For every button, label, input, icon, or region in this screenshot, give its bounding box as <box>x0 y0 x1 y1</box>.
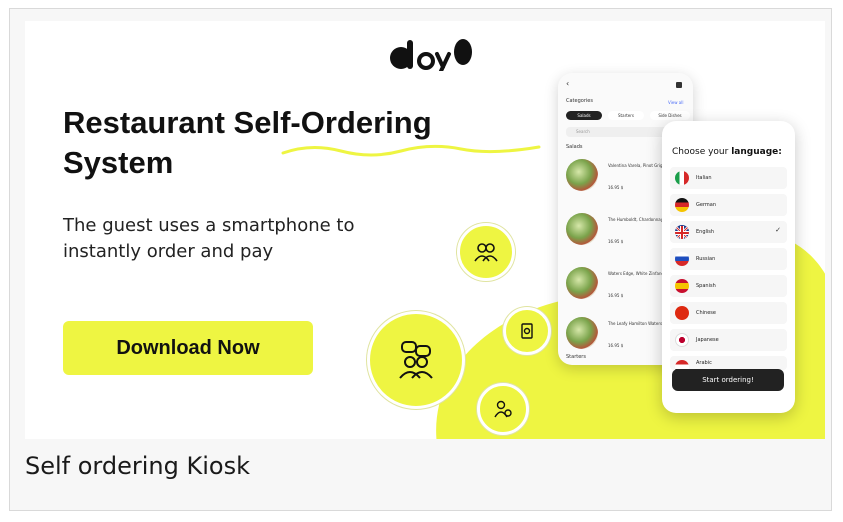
checkmark-icon: ✓ <box>775 226 781 234</box>
language-name: Japanese <box>696 337 719 343</box>
tab-starters[interactable]: Starters <box>608 111 644 120</box>
download-now-button[interactable]: Download Now <box>63 321 313 375</box>
language-option-arabic[interactable]: Arabic <box>670 356 787 370</box>
language-option-russian[interactable]: Russian <box>670 248 787 270</box>
start-ordering-button[interactable]: Start ordering! <box>672 369 784 391</box>
subhead-line-2: instantly order and pay <box>63 241 274 262</box>
italy-flag-icon <box>675 171 689 185</box>
item-price: 16.95 $ <box>608 343 624 348</box>
user-icon <box>494 400 512 418</box>
headline-line-1: Restaurant Self-Ordering <box>63 105 432 140</box>
china-flag-icon <box>675 306 689 320</box>
bag-icon <box>676 82 682 88</box>
language-name: English <box>696 229 715 235</box>
language-phone-mockup: Choose your language: Italian German Eng… <box>662 121 795 413</box>
language-name: Arabic <box>696 360 712 366</box>
headline-line-2: System <box>63 145 174 180</box>
promo-banner[interactable]: doyo Restaurant Self-Ordering System The… <box>25 21 825 439</box>
categories-label: Categories <box>566 98 593 104</box>
subheadline: The guest uses a smartphone to instantly… <box>63 213 443 265</box>
germany-flag-icon <box>675 198 689 212</box>
group-chat-icon <box>399 341 433 379</box>
language-option-japanese[interactable]: Japanese <box>670 329 787 351</box>
language-option-german[interactable]: German <box>670 194 787 216</box>
subhead-line-1: The guest uses a smartphone to <box>63 215 355 236</box>
language-option-english[interactable]: English ✓ <box>670 221 787 243</box>
section-starters: Starters <box>566 354 586 360</box>
group-circle-top <box>457 223 515 281</box>
tab-side-dishes[interactable]: Side Dishes <box>650 111 690 120</box>
spain-flag-icon <box>675 279 689 293</box>
language-name: German <box>696 202 717 208</box>
section-salads: Salads <box>566 144 583 150</box>
language-title: Choose your language: <box>672 147 782 157</box>
back-chevron-icon: ‹ <box>566 79 570 88</box>
tab-salads[interactable]: Salads <box>566 111 602 120</box>
article-caption[interactable]: Self ordering Kiosk <box>25 452 250 480</box>
receipt-circle <box>503 307 551 355</box>
russia-flag-icon <box>675 252 689 266</box>
food-image <box>566 267 598 299</box>
people-icon <box>474 243 498 262</box>
view-all-link[interactable]: View all <box>668 100 683 105</box>
language-option-italian[interactable]: Italian <box>670 167 787 189</box>
food-image <box>566 317 598 349</box>
language-name: Italian <box>696 175 712 181</box>
item-price: 16.95 $ <box>608 293 624 298</box>
language-option-spanish[interactable]: Spanish <box>670 275 787 297</box>
item-price: 16.95 $ <box>608 239 624 244</box>
doyo-logo: doyo <box>390 39 472 71</box>
language-option-chinese[interactable]: Chinese <box>670 302 787 324</box>
language-title-prefix: Choose your <box>672 147 729 157</box>
language-name: Russian <box>696 256 716 262</box>
squiggle-underline <box>281 144 541 157</box>
uk-flag-icon <box>675 225 689 239</box>
receipt-icon <box>521 323 533 339</box>
language-name: Spanish <box>696 283 716 289</box>
japan-flag-icon <box>675 333 689 347</box>
group-circle-large <box>367 311 465 409</box>
language-title-bold: language: <box>731 147 782 157</box>
language-name: Chinese <box>696 310 716 316</box>
user-circle <box>477 383 529 435</box>
item-price: 16.95 $ <box>608 185 624 190</box>
food-image <box>566 159 598 191</box>
food-image <box>566 213 598 245</box>
